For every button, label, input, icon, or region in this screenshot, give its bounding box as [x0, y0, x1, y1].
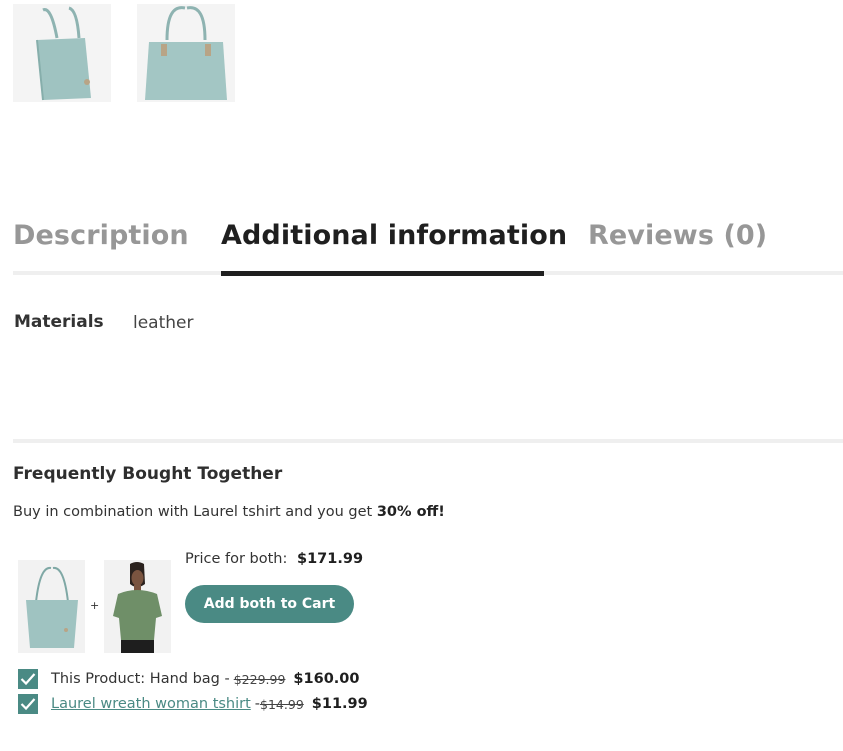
- active-tab-indicator: [221, 271, 544, 276]
- product-thumbnail-1[interactable]: [13, 4, 111, 102]
- tab-reviews[interactable]: Reviews (0): [588, 220, 767, 251]
- checkbox-this-product[interactable]: [18, 669, 38, 689]
- item-new-price: $11.99: [311, 696, 368, 712]
- item-old-price: $229.99: [233, 671, 286, 687]
- fbt-discount: 30% off!: [376, 504, 445, 520]
- item-new-price: $160.00: [293, 671, 360, 687]
- tab-description[interactable]: Description: [13, 220, 189, 251]
- fbt-bag-image[interactable]: [18, 560, 85, 653]
- fbt-description-text: Buy in combination with Laurel tshirt an…: [13, 504, 377, 520]
- section-divider: [13, 439, 843, 443]
- item-label: This Product: Hand bag -: [51, 671, 230, 687]
- add-both-to-cart-button[interactable]: Add both to Cart: [185, 585, 354, 623]
- checkmark-icon: [20, 698, 36, 711]
- fbt-title: Frequently Bought Together: [13, 464, 283, 484]
- price-for-both-label: Price for both:: [185, 551, 288, 567]
- attribute-label-materials: Materials: [14, 312, 104, 332]
- checkmark-icon: [20, 673, 36, 686]
- attribute-value-materials: leather: [133, 313, 194, 333]
- item-old-price: $14.99: [260, 696, 304, 712]
- plus-sign: +: [90, 599, 100, 612]
- product-thumbnail-2[interactable]: [137, 4, 235, 102]
- fbt-item-this-product: This Product: Hand bag - $229.99 $160.00: [18, 669, 359, 689]
- price-for-both-value: $171.99: [297, 551, 364, 567]
- tab-additional-information[interactable]: Additional information: [221, 220, 567, 251]
- checkbox-laurel-tshirt[interactable]: [18, 694, 38, 714]
- fbt-description: Buy in combination with Laurel tshirt an…: [13, 504, 445, 520]
- fbt-item-laurel-tshirt: Laurel wreath woman tshirt - $14.99 $11.…: [18, 694, 368, 714]
- laurel-tshirt-link[interactable]: Laurel wreath woman tshirt: [51, 696, 251, 712]
- fbt-tshirt-image[interactable]: [104, 560, 171, 653]
